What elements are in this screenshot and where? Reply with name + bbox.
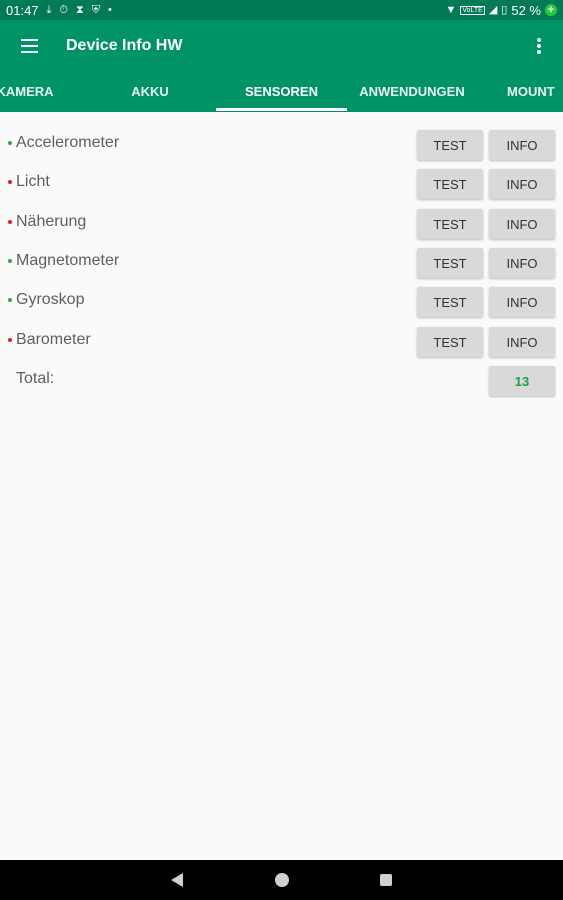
status-dot [8,220,12,224]
hourglass-icon: ⧗ [76,3,84,16]
app-bar: Device Info HW [0,20,563,72]
status-bar: 01:47 ⤓ ⏱ ⧗ ⛨ • ▼ VoLTE ◢ ▯ 52 % + [0,0,563,20]
status-dot [8,180,12,184]
more-options-icon[interactable] [537,38,541,56]
sensor-name: Näherung [16,213,87,230]
info-button[interactable]: INFO [489,287,555,317]
navigation-bar [0,860,563,900]
info-button[interactable]: INFO [489,327,555,357]
status-dot [8,259,12,263]
wifi-icon: ▼ [445,3,457,16]
sensor-row-licht: Licht TEST INFO [0,166,563,200]
test-button[interactable]: TEST [417,287,483,317]
tab-sensoren[interactable]: SENSOREN [216,72,347,112]
status-dot [8,141,12,145]
tab-indicator [216,108,347,111]
home-icon[interactable] [275,873,289,887]
recent-apps-icon[interactable] [380,874,392,886]
battery-percent: 52 % [511,2,541,18]
tab-mount[interactable]: MOUNT [507,72,563,112]
timer-icon: ⏱ [59,3,69,16]
test-button[interactable]: TEST [417,209,483,239]
total-label: Total: [16,370,55,387]
info-button[interactable]: INFO [489,209,555,239]
signal-icon: ◢ [488,3,498,16]
test-button[interactable]: TEST [417,248,483,278]
battery-icon: ▯ [501,3,508,16]
sensor-row-magnetometer: Magnetometer TEST INFO [0,245,563,279]
status-time: 01:47 [6,2,39,18]
sensor-name: Accelerometer [16,134,120,151]
total-row: Total: 13 [0,363,563,397]
dot-icon: • [108,3,112,16]
shield-icon: ⛨ [91,3,100,16]
sensor-name: Barometer [16,331,91,348]
download-icon: ⤓ [46,3,52,16]
tab-akku[interactable]: AKKU [110,72,190,112]
total-count-button[interactable]: 13 [489,366,555,396]
menu-icon[interactable] [21,39,38,53]
tab-anwendungen[interactable]: ANWENDUNGEN [352,72,472,112]
sensor-row-accelerometer: Accelerometer TEST INFO [0,127,563,161]
info-button[interactable]: INFO [489,130,555,160]
sensor-row-naeherung: Näherung TEST INFO [0,206,563,240]
status-dot [8,298,12,302]
sensor-name: Gyroskop [16,291,85,308]
status-dot [8,338,12,342]
app-title: Device Info HW [66,37,183,54]
back-icon[interactable] [171,873,183,887]
tab-kamera[interactable]: KAMERA [0,72,60,112]
sensor-name: Licht [16,173,50,190]
test-button[interactable]: TEST [417,169,483,199]
test-button[interactable]: TEST [417,327,483,357]
volte-icon: VoLTE [460,5,485,15]
sensor-row-gyroskop: Gyroskop TEST INFO [0,284,563,318]
sensor-row-barometer: Barometer TEST INFO [0,324,563,358]
status-left: 01:47 ⤓ ⏱ ⧗ ⛨ • [6,3,112,18]
info-button[interactable]: INFO [489,169,555,199]
sensor-name: Magnetometer [16,252,120,269]
tab-bar: KAMERA AKKU SENSOREN ANWENDUNGEN MOUNT [0,72,563,112]
info-button[interactable]: INFO [489,248,555,278]
status-right: ▼ VoLTE ◢ ▯ 52 % + [445,3,557,18]
battery-charging-icon: + [545,4,557,16]
test-button[interactable]: TEST [417,130,483,160]
